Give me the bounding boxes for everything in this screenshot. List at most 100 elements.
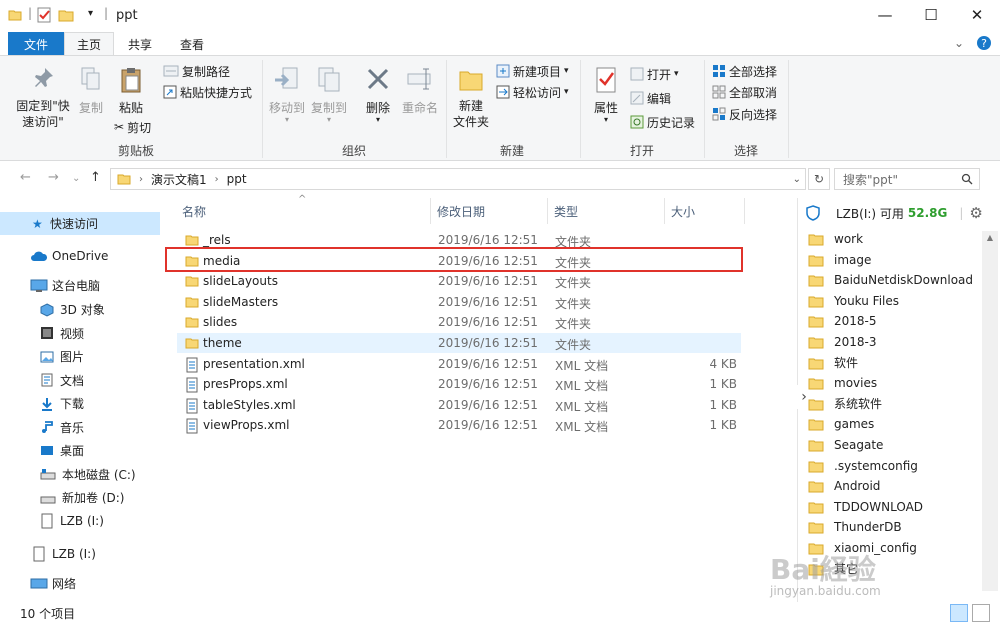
side-panel-folder[interactable]: work (808, 229, 863, 249)
nav-quick-access[interactable]: ★ 快速访问 (0, 212, 160, 235)
nav-this-pc[interactable]: 这台电脑 (0, 274, 100, 297)
column-type[interactable]: 类型 (548, 198, 665, 224)
help-icon[interactable]: ? (976, 35, 992, 51)
file-row[interactable]: viewProps.xml 2019/6/16 12:51 XML 文档 1 KB (177, 415, 741, 435)
side-panel-folder[interactable]: Android (808, 476, 880, 496)
breadcrumb-chevron-icon[interactable]: › (139, 174, 143, 185)
nav-network-label: 网络 (52, 577, 77, 591)
select-none-button[interactable]: 全部取消 (712, 82, 777, 102)
address-dropdown-icon[interactable]: ⌄ (793, 174, 801, 185)
easy-access-button[interactable]: 轻松访问 ▾ (496, 82, 569, 102)
side-panel-folder[interactable]: TDDOWNLOAD (808, 497, 923, 517)
file-name: tableStyles.xml (203, 397, 296, 412)
open-button[interactable]: 打开 ▾ (630, 64, 679, 84)
properties-check-icon[interactable] (36, 7, 52, 23)
side-panel-folder[interactable]: .systemconfig (808, 456, 918, 476)
tab-share[interactable]: 共享 (116, 32, 164, 56)
search-input[interactable]: 搜索"ppt" (834, 168, 980, 190)
side-panel-folder-label: 2018-5 (834, 314, 877, 329)
new-item-button[interactable]: 新建项目 ▾ (496, 61, 569, 81)
side-panel-folder[interactable]: Seagate (808, 435, 883, 455)
nav-item[interactable]: 图片 (0, 345, 84, 368)
side-panel-folder[interactable]: 2018-3 (808, 332, 877, 352)
tab-file[interactable]: 文件 (8, 32, 64, 56)
move-to-button[interactable]: 移动到 ▾ (266, 66, 308, 124)
nav-onedrive[interactable]: OneDrive (0, 244, 108, 267)
new-folder-quick-icon[interactable] (58, 7, 74, 23)
side-panel-folder[interactable]: Youku Files (808, 291, 899, 311)
customize-dropdown-icon[interactable]: ▾ (88, 8, 93, 19)
nav-item[interactable]: 新加卷 (D:) (0, 486, 124, 509)
collapse-ribbon-icon[interactable]: ⌄ (954, 36, 964, 50)
side-panel-folder[interactable]: BaiduNetdiskDownload (808, 270, 973, 290)
side-panel-folder[interactable]: image (808, 250, 871, 270)
side-panel-folder[interactable]: 系统软件 (808, 394, 882, 414)
nav-item[interactable]: 桌面 (0, 439, 84, 462)
select-all-button[interactable]: 全部选择 (712, 61, 777, 81)
file-row[interactable]: tableStyles.xml 2019/6/16 12:51 XML 文档 1 KB (177, 395, 741, 415)
nav-item[interactable]: 3D 对象 (0, 298, 105, 321)
forward-arrow-icon[interactable]: → (48, 170, 59, 185)
xml-file-icon (185, 418, 199, 434)
file-row[interactable]: slides 2019/6/16 12:51 文件夹 (177, 312, 741, 332)
new-folder-button[interactable]: 新建 文件夹 (450, 66, 492, 130)
minimize-button[interactable]: — (862, 0, 908, 30)
scroll-up-icon[interactable]: ▲ (984, 233, 996, 243)
breadcrumb-chevron-icon[interactable]: › (215, 174, 219, 185)
column-name[interactable]: 名称 ^ (176, 194, 431, 224)
file-row[interactable]: presProps.xml 2019/6/16 12:51 XML 文档 1 KB (177, 374, 741, 394)
details-view-icon[interactable] (950, 604, 968, 622)
new-item-label: 新建项目 (513, 64, 562, 79)
breadcrumb-ppt[interactable]: ppt (227, 172, 247, 186)
back-arrow-icon[interactable]: ← (20, 170, 31, 185)
xml-file-icon (185, 398, 199, 414)
highlight-box (165, 247, 743, 272)
nav-item[interactable]: 文档 (0, 369, 84, 392)
cut-button[interactable]: ✂ 剪切 (114, 117, 151, 137)
file-row[interactable]: slideLayouts 2019/6/16 12:51 文件夹 (177, 271, 741, 291)
large-icons-view-icon[interactable] (972, 604, 990, 622)
column-size[interactable]: 大小 (665, 198, 745, 224)
side-panel-folder[interactable]: ThunderDB (808, 517, 902, 537)
nav-network[interactable]: 网络 (0, 572, 76, 595)
address-field[interactable]: › 演示文稿1 › ppt ⌄ (110, 168, 806, 190)
settings-gear-icon[interactable]: ⚙ (969, 204, 982, 222)
column-date[interactable]: 修改日期 (431, 198, 548, 224)
nav-item[interactable]: 视频 (0, 322, 84, 345)
pin-quick-access-button[interactable]: 固定到"快 速访问" (10, 66, 76, 130)
side-panel-folder[interactable]: 软件 (808, 353, 858, 373)
breadcrumb-presentation[interactable]: 演示文稿1 (151, 171, 207, 188)
nav-lzb-label: LZB (I:) (52, 546, 96, 561)
delete-button[interactable]: 删除 ▾ (362, 66, 394, 124)
copy-path-button[interactable]: 复制路径 (163, 61, 230, 81)
paste-shortcut-button[interactable]: 粘贴快捷方式 (163, 82, 252, 102)
nav-item[interactable]: 下载 (0, 392, 84, 415)
edit-button[interactable]: 编辑 (630, 88, 671, 108)
quick-access-folder-icon[interactable] (8, 8, 22, 22)
nav-item[interactable]: 音乐 (0, 416, 84, 439)
side-panel-folder[interactable]: movies (808, 373, 877, 393)
paste-button[interactable]: 粘贴 (114, 66, 148, 116)
file-row[interactable]: presentation.xml 2019/6/16 12:51 XML 文档 4 K… (177, 354, 741, 374)
copy-to-button[interactable]: 复制到 ▾ (308, 66, 350, 124)
side-panel-folder[interactable]: games (808, 414, 874, 434)
invert-selection-button[interactable]: 反向选择 (712, 104, 777, 124)
refresh-button[interactable]: ↻ (808, 168, 830, 190)
file-row[interactable]: theme 2019/6/16 12:51 文件夹 (177, 333, 741, 353)
side-panel-scrollbar[interactable] (982, 231, 998, 591)
file-row[interactable]: slideMasters 2019/6/16 12:51 文件夹 (177, 292, 741, 312)
nav-item[interactable]: 本地磁盘 (C:) (0, 463, 136, 486)
history-button[interactable]: 历史记录 (630, 112, 695, 132)
recent-dropdown-icon[interactable]: ⌄ (72, 173, 80, 184)
properties-button[interactable]: 属性 ▾ (588, 66, 624, 124)
copy-button[interactable]: 复制 (76, 66, 106, 116)
up-arrow-icon[interactable]: ↑ (90, 170, 101, 185)
nav-item[interactable]: LZB (I:) (0, 510, 104, 533)
rename-button[interactable]: 重命名 (398, 66, 442, 116)
maximize-button[interactable]: ☐ (908, 0, 954, 30)
close-button[interactable]: ✕ (954, 0, 1000, 30)
side-panel-folder[interactable]: 2018-5 (808, 311, 877, 331)
tab-view[interactable]: 查看 (168, 32, 216, 56)
nav-lzb-drive[interactable]: LZB (I:) (0, 542, 96, 565)
tab-home[interactable]: 主页 (64, 32, 114, 56)
